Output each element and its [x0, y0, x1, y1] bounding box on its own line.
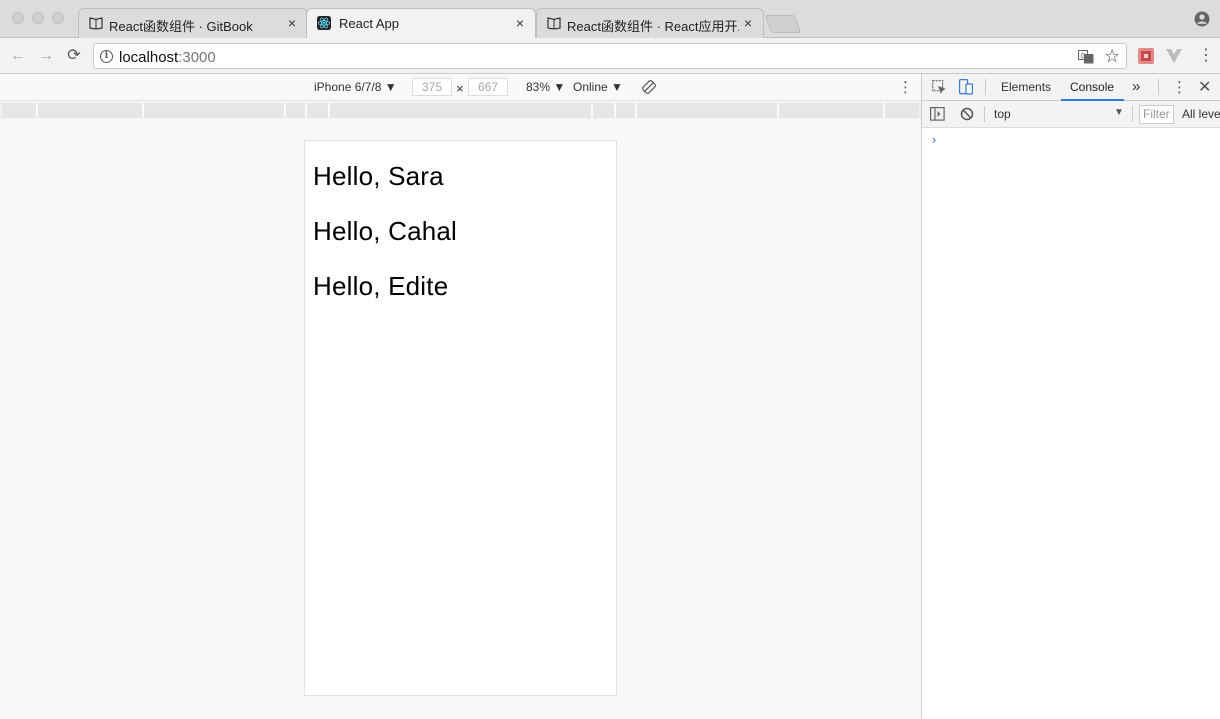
greeting-heading: Hello, Cahal: [313, 216, 458, 246]
rotate-icon[interactable]: [642, 80, 656, 94]
new-tab-button[interactable]: [764, 15, 802, 33]
profile-icon[interactable]: [1194, 11, 1210, 27]
address-url: localhost:3000: [119, 49, 216, 66]
inspect-element-icon[interactable]: [932, 80, 947, 95]
device-toolbar: iPhone 6/7/8 ▼ 375 × 667 83% ▼ Online ▼ …: [0, 74, 921, 101]
more-tabs-icon[interactable]: »: [1132, 78, 1140, 95]
device-height-input[interactable]: 667: [468, 78, 508, 96]
translate-icon[interactable]: G: [1078, 50, 1094, 64]
media-query-segment[interactable]: [637, 103, 779, 118]
media-query-segment[interactable]: [885, 103, 919, 118]
maximize-window-button[interactable]: [52, 12, 64, 24]
console-prompt[interactable]: ›: [932, 132, 936, 147]
tab-react-app[interactable]: React App ×: [306, 8, 536, 39]
browser-menu-icon[interactable]: ⋮: [1198, 46, 1214, 66]
media-query-segment[interactable]: [144, 103, 286, 118]
devtools-menu-icon[interactable]: ⋮: [1172, 78, 1187, 96]
react-logo-icon: [317, 16, 331, 30]
device-viewport: iPhone 6/7/8 ▼ 375 × 667 83% ▼ Online ▼ …: [0, 74, 921, 719]
greeting-heading: Hello, Sara: [313, 161, 444, 191]
device-width-input[interactable]: 375: [412, 78, 452, 96]
clear-console-icon[interactable]: [960, 107, 974, 121]
device-screen: Hello, Sara Hello, Cahal Hello, Edite: [304, 140, 617, 696]
network-throttle-select[interactable]: Online ▼: [573, 80, 623, 94]
tab-console[interactable]: Console: [1070, 80, 1114, 94]
bookmark-star-icon[interactable]: ☆: [1104, 46, 1120, 67]
tab-close-icon[interactable]: ×: [741, 15, 755, 31]
dimension-times: ×: [456, 81, 464, 96]
media-query-segment[interactable]: [38, 103, 144, 118]
book-icon: [547, 17, 561, 30]
devtools-panel: Elements Console » ⋮ ✕ top ▼ Filter All …: [921, 74, 1220, 719]
device-toggle-icon[interactable]: [959, 79, 973, 95]
tab-close-icon[interactable]: ×: [513, 15, 527, 31]
tab-title: React App: [339, 16, 399, 31]
media-query-segment[interactable]: [779, 103, 885, 118]
tab-title: React函数组件 · GitBook: [109, 19, 253, 34]
url-host: localhost: [119, 49, 179, 66]
console-toolbar: top ▼ Filter All levels: [922, 101, 1220, 128]
divider: [1132, 106, 1133, 122]
divider: [984, 106, 985, 122]
vue-devtools-icon[interactable]: [1166, 49, 1182, 63]
reload-button[interactable]: ⟳: [64, 46, 84, 66]
extension-icon[interactable]: [1138, 48, 1154, 64]
tab-react-dev[interactable]: React函数组件 · React应用开发 ×: [536, 8, 764, 38]
devtools-tabbar: Elements Console » ⋮ ✕: [922, 74, 1220, 101]
media-query-segment[interactable]: [286, 103, 307, 118]
address-bar[interactable]: i localhost:3000 G ☆: [93, 43, 1127, 69]
info-icon[interactable]: i: [100, 50, 113, 63]
media-query-segment[interactable]: [330, 103, 593, 118]
tab-elements[interactable]: Elements: [1001, 80, 1051, 94]
tab-close-icon[interactable]: ×: [285, 15, 299, 31]
context-select[interactable]: top: [994, 107, 1011, 121]
tab-title: React函数组件 · React应用开发: [567, 19, 739, 34]
console-filter-input[interactable]: Filter: [1139, 105, 1174, 124]
media-query-segment[interactable]: [616, 103, 637, 118]
device-toolbar-menu-icon[interactable]: ⋮: [898, 78, 913, 96]
media-query-segment[interactable]: [307, 103, 330, 118]
url-port: :3000: [178, 49, 216, 66]
tab-gitbook[interactable]: React函数组件 · GitBook ×: [78, 8, 308, 38]
svg-text:G: G: [1081, 53, 1086, 60]
zoom-select[interactable]: 83% ▼: [526, 80, 565, 94]
browser-toolbar: ← → ⟳ i localhost:3000 G ☆ ⋮: [0, 38, 1220, 74]
greeting-heading: Hello, Edite: [313, 271, 449, 301]
chevron-down-icon[interactable]: ▼: [1114, 107, 1124, 118]
device-select[interactable]: iPhone 6/7/8 ▼: [314, 80, 397, 94]
media-query-bar[interactable]: [0, 102, 921, 119]
book-icon: [89, 17, 103, 30]
divider: [1158, 79, 1159, 95]
media-query-segment[interactable]: [593, 103, 616, 118]
close-devtools-icon[interactable]: ✕: [1198, 77, 1211, 97]
media-query-segment[interactable]: [2, 103, 38, 118]
minimize-window-button[interactable]: [32, 12, 44, 24]
divider: [985, 79, 986, 95]
sidebar-toggle-icon[interactable]: [930, 107, 945, 121]
log-levels-select[interactable]: All levels: [1182, 107, 1220, 121]
back-button[interactable]: ←: [8, 46, 28, 66]
forward-button[interactable]: →: [36, 46, 56, 66]
close-window-button[interactable]: [12, 12, 24, 24]
tab-strip: React函数组件 · GitBook × React App × React函…: [0, 0, 1220, 39]
